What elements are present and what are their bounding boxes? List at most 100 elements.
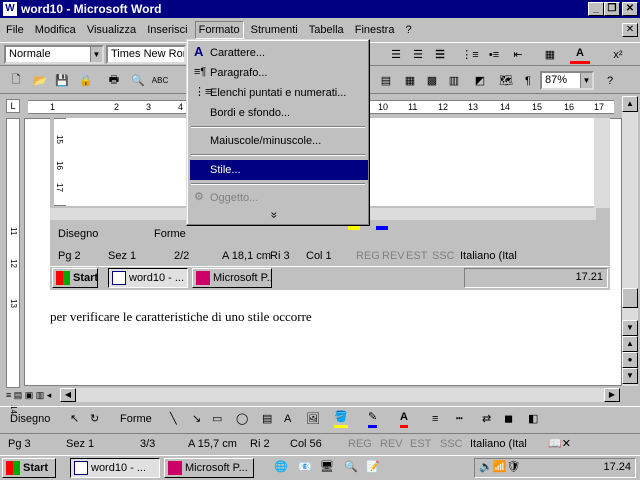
tables-borders-icon[interactable]: ▤ <box>376 71 396 90</box>
menu-item-maiuscole[interactable]: Maiuscole/minuscole... <box>190 131 368 151</box>
desktop-icon[interactable]: 🖥 <box>320 460 334 473</box>
line-style-icon[interactable]: ≡ <box>432 407 438 431</box>
menu-item-elenchi[interactable]: ⋮≡ Elenchi puntati e numerati... <box>190 83 368 103</box>
forme-menu[interactable]: Forme <box>120 407 152 431</box>
view-buttons[interactable]: ≡ ▤ ▣ ▥ ◂ <box>6 388 58 402</box>
textbox-icon[interactable]: ▤ <box>262 407 272 431</box>
clock[interactable]: 17.24 <box>603 461 631 473</box>
menu-formato[interactable]: Formato <box>194 21 244 39</box>
align-right-icon[interactable]: ☰ <box>408 45 428 64</box>
inner-task-word[interactable]: word10 - ... <box>108 268 188 288</box>
indent-icon[interactable]: ⇤ <box>508 45 528 64</box>
minimize-button[interactable]: _ <box>588 2 604 16</box>
select-objects-icon[interactable]: ↖ <box>70 407 79 431</box>
ie-icon[interactable]: 🌐 <box>274 460 288 473</box>
menu-item-bordi[interactable]: Bordi e sfondo... <box>190 103 368 123</box>
permissions-icon[interactable]: 🔒 <box>76 71 96 90</box>
3d-icon[interactable]: ◧ <box>528 407 538 431</box>
superscript-icon[interactable]: x² <box>608 45 628 64</box>
excel-icon[interactable]: ▩ <box>422 71 442 90</box>
justify-icon[interactable]: ☰ <box>430 45 450 64</box>
menu-item-stile[interactable]: Stile... <box>190 160 368 180</box>
menu-item-carattere[interactable]: A Carattere... <box>190 43 368 63</box>
menu-item-paragrafo[interactable]: ≡¶ Paragrafo... <box>190 63 368 83</box>
columns-icon[interactable]: ▥ <box>444 71 464 90</box>
tab-selector[interactable]: L <box>6 99 20 113</box>
document-map-icon[interactable]: 🗺 <box>496 71 516 90</box>
menu-strumenti[interactable]: Strumenti <box>247 21 302 39</box>
status-rev[interactable]: REV <box>380 436 403 452</box>
font-color-icon[interactable]: A <box>570 45 590 64</box>
print-icon[interactable]: 🖶 <box>104 71 124 90</box>
new-document-icon[interactable]: 🗋 <box>6 71 26 90</box>
inner-start-button[interactable]: Start <box>52 268 98 288</box>
inner-task-powerpoint[interactable]: Microsoft P... <box>192 268 272 288</box>
border-icon[interactable]: ▦ <box>540 45 560 64</box>
spelling-status-icon[interactable]: 📖✕ <box>548 436 571 452</box>
menu-finestra[interactable]: Finestra <box>351 21 399 39</box>
scroll-up-button[interactable]: ▲ <box>622 96 638 112</box>
previous-page-button[interactable]: ▲ <box>622 336 638 352</box>
chevron-down-icon[interactable]: ▼ <box>90 47 102 62</box>
tray-icons[interactable]: 🔊📶🛡 <box>479 460 520 473</box>
arrow-style-icon[interactable]: ⇄ <box>482 407 491 431</box>
maximize-button[interactable]: ❐ <box>604 2 620 16</box>
show-hide-icon[interactable]: ¶ <box>518 71 538 90</box>
menu-file[interactable]: File <box>2 21 28 39</box>
line-color-icon[interactable]: ✎ <box>368 409 378 428</box>
align-center-icon[interactable]: ☰ <box>386 45 406 64</box>
menu-help[interactable]: ? <box>402 21 416 39</box>
font-color-icon[interactable]: A <box>400 409 408 428</box>
help-icon[interactable]: ? <box>600 71 620 90</box>
arrow-icon[interactable]: ↘ <box>192 407 201 431</box>
menu-modifica[interactable]: Modifica <box>31 21 80 39</box>
vertical-scrollbar[interactable]: ▲ ▼ ▲ ● ▼ <box>622 96 638 386</box>
scroll-thumb[interactable] <box>622 288 638 308</box>
document-text[interactable]: per verificare le caratteristiche di uno… <box>50 309 312 325</box>
menu-inserisci[interactable]: Inserisci <box>143 21 191 39</box>
open-folder-icon[interactable]: 📂 <box>30 71 50 90</box>
next-page-button[interactable]: ▼ <box>622 368 638 384</box>
task-word[interactable]: word10 - ... <box>70 458 160 478</box>
status-ssc[interactable]: SSC <box>440 436 463 452</box>
inner-disegno-menu[interactable]: Disegno <box>58 224 98 244</box>
chevron-down-icon[interactable]: ▼ <box>580 73 592 88</box>
menu-tabella[interactable]: Tabella <box>305 21 348 39</box>
vertical-ruler[interactable]: 11 12 13 14 <box>6 118 20 414</box>
numbering-icon[interactable]: ⋮≡ <box>460 45 480 64</box>
select-browse-object-button[interactable]: ● <box>622 352 638 368</box>
line-icon[interactable]: ╲ <box>170 407 177 431</box>
scroll-left-button[interactable]: ◀ <box>60 388 76 402</box>
task-powerpoint[interactable]: Microsoft P... <box>164 458 254 478</box>
oval-icon[interactable]: ◯ <box>236 407 248 431</box>
print-preview-icon[interactable]: 🔍 <box>128 71 148 90</box>
spelling-icon[interactable]: ABC <box>150 71 170 90</box>
style-combo[interactable]: Normale ▼ <box>4 45 104 64</box>
status-reg[interactable]: REG <box>348 436 372 452</box>
expand-menu-chevron-icon[interactable]: » <box>267 212 281 219</box>
start-button[interactable]: Start <box>2 458 56 478</box>
shadow-icon[interactable]: ◼ <box>504 407 513 431</box>
bullets-icon[interactable]: •≡ <box>484 45 504 64</box>
document-close-button[interactable]: ✕ <box>622 23 638 37</box>
outlook-icon[interactable]: 📧 <box>298 460 312 473</box>
insert-table-icon[interactable]: ▦ <box>400 71 420 90</box>
menu-visualizza[interactable]: Visualizza <box>83 21 140 39</box>
scroll-down-button[interactable]: ▼ <box>622 320 638 336</box>
scroll-right-button[interactable]: ▶ <box>604 388 620 402</box>
zoom-combo[interactable]: 87% ▼ <box>540 71 594 90</box>
status-est[interactable]: EST <box>410 436 431 452</box>
font-combo[interactable]: Times New Roman <box>106 45 186 64</box>
rectangle-icon[interactable]: ▭ <box>212 407 222 431</box>
wordart-icon[interactable]: A <box>284 407 291 431</box>
close-button[interactable]: ✕ <box>622 2 638 16</box>
inner-vertical-scrollbar[interactable] <box>594 118 610 208</box>
search-icon[interactable]: 🔍 <box>344 460 358 473</box>
dash-style-icon[interactable]: ┅ <box>456 407 463 431</box>
save-icon[interactable]: 💾 <box>52 71 72 90</box>
notepad-icon[interactable]: 📝 <box>366 460 380 473</box>
inner-forme-menu[interactable]: Forme <box>154 224 186 244</box>
clipart-icon[interactable]: 🖼 <box>306 407 320 431</box>
free-rotate-icon[interactable]: ↻ <box>90 407 99 431</box>
fill-color-icon[interactable]: 🪣 <box>334 409 348 428</box>
